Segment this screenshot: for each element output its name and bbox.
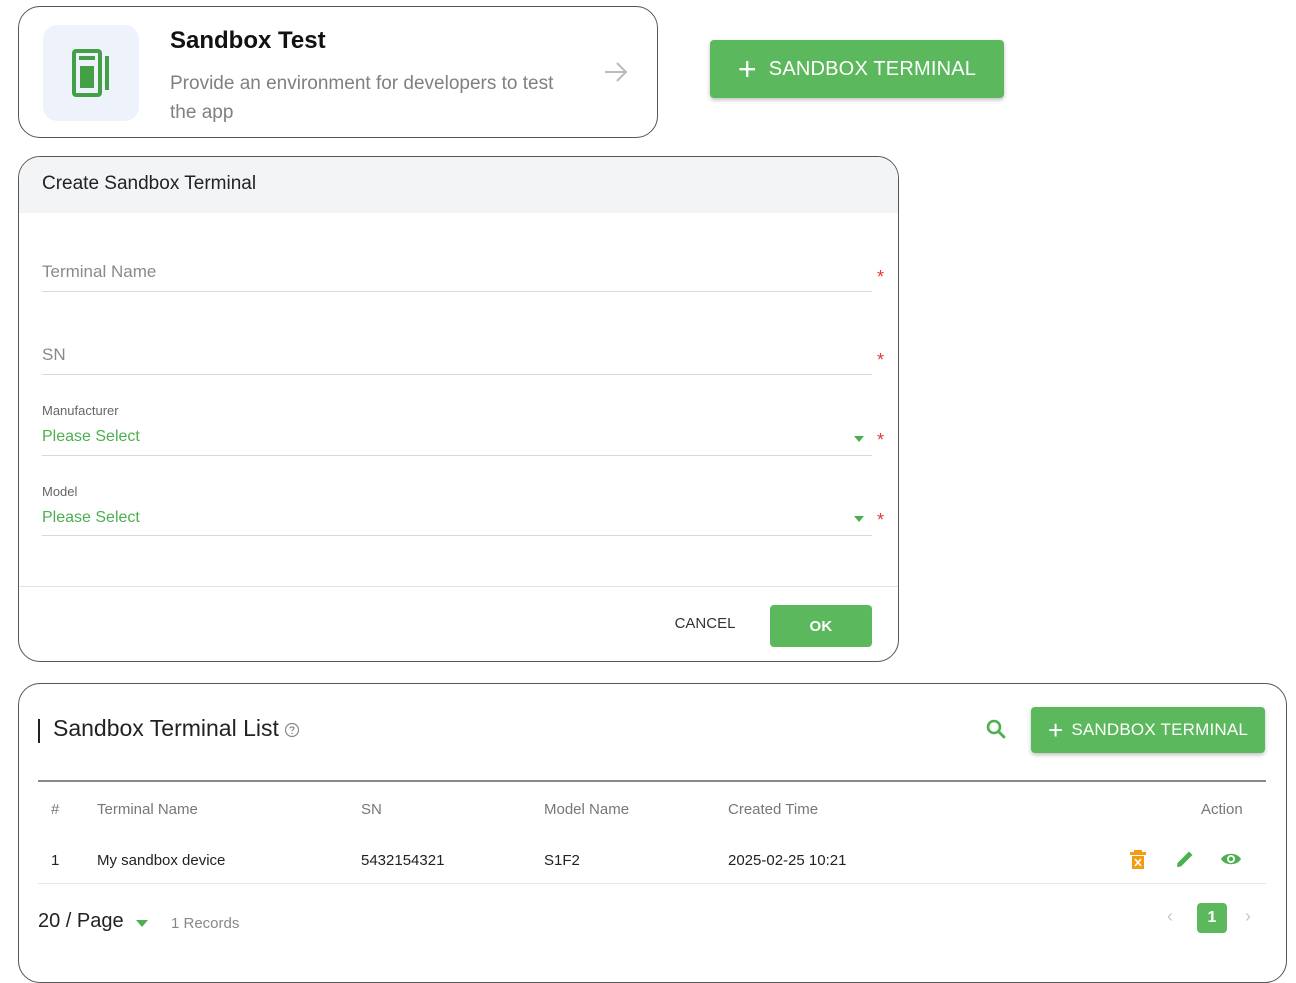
- model-select[interactable]: Model Please Select *: [42, 482, 884, 536]
- table-divider: [38, 780, 1266, 782]
- manufacturer-label: Manufacturer: [42, 403, 119, 418]
- edit-icon[interactable]: [1174, 848, 1196, 870]
- list-title: Sandbox Terminal List: [53, 715, 279, 741]
- card-title: Sandbox Test: [170, 27, 326, 54]
- arrow-right-icon[interactable]: [601, 57, 631, 87]
- dialog-header: Create Sandbox Terminal: [19, 157, 898, 213]
- create-sandbox-terminal-dialog: Create Sandbox Terminal Terminal Name * …: [18, 156, 899, 662]
- column-header-index: #: [51, 801, 60, 818]
- cell-terminal-name: My sandbox device: [97, 852, 226, 869]
- required-mark: *: [876, 267, 884, 287]
- sandbox-test-card[interactable]: Sandbox Test Provide an environment for …: [18, 6, 658, 138]
- sn-placeholder: SN: [42, 345, 66, 364]
- model-value: Please Select: [42, 509, 140, 526]
- list-add-sandbox-terminal-button[interactable]: + SANDBOX TERMINAL: [1031, 707, 1265, 753]
- dialog-title: Create Sandbox Terminal: [42, 173, 257, 194]
- button-label: SANDBOX TERMINAL: [1071, 720, 1249, 739]
- model-label: Model: [42, 484, 78, 499]
- ok-button[interactable]: OK: [770, 605, 872, 647]
- required-mark: *: [876, 430, 884, 450]
- chevron-down-icon: [854, 436, 864, 442]
- delete-icon[interactable]: [1127, 848, 1149, 870]
- cancel-button[interactable]: CANCEL: [663, 615, 747, 639]
- manufacturer-select[interactable]: Manufacturer Please Select *: [42, 401, 884, 456]
- chevron-down-icon: [854, 516, 864, 522]
- column-header-model-name: Model Name: [544, 801, 630, 818]
- add-sandbox-terminal-button[interactable]: + SANDBOX TERMINAL: [710, 40, 1004, 98]
- column-header-sn: SN: [361, 801, 382, 818]
- row-divider: [38, 883, 1266, 884]
- terminal-name-field[interactable]: Terminal Name *: [42, 257, 884, 292]
- button-label: SANDBOX TERMINAL: [768, 57, 977, 80]
- device-icon: [43, 25, 139, 121]
- cell-sn: 5432154321: [361, 852, 445, 869]
- help-circle-icon[interactable]: [284, 722, 300, 738]
- plus-icon: +: [737, 51, 757, 87]
- view-icon[interactable]: [1220, 848, 1242, 870]
- sn-field[interactable]: SN *: [42, 340, 884, 375]
- sandbox-terminal-list-card: Sandbox Terminal List + SANDBOX TERMINAL…: [18, 683, 1287, 983]
- records-count: 1 Records: [171, 915, 240, 932]
- pagination-page-1[interactable]: 1: [1197, 903, 1227, 933]
- cell-created-time: 2025-02-25 10:21: [728, 852, 847, 869]
- pagination-prev-button[interactable]: ‹: [1167, 906, 1173, 927]
- column-header-created-time: Created Time: [728, 801, 819, 818]
- manufacturer-value: Please Select: [42, 428, 140, 445]
- column-header-terminal-name: Terminal Name: [97, 801, 198, 818]
- title-accent-bar: [38, 719, 40, 743]
- dialog-footer: [19, 586, 898, 661]
- cell-index: 1: [51, 852, 60, 869]
- page-size-select[interactable]: 20 / Page: [38, 910, 124, 933]
- search-icon[interactable]: [984, 717, 1008, 741]
- terminal-name-placeholder: Terminal Name: [42, 262, 157, 281]
- cell-model-name: S1F2: [544, 852, 580, 869]
- chevron-down-icon[interactable]: [136, 920, 148, 927]
- column-header-action: Action: [1201, 801, 1243, 818]
- required-mark: *: [876, 510, 884, 530]
- pagination-next-button[interactable]: ›: [1245, 906, 1251, 927]
- card-description: Provide an environment for developers to…: [170, 73, 554, 123]
- plus-icon: +: [1047, 715, 1064, 745]
- required-mark: *: [876, 350, 884, 370]
